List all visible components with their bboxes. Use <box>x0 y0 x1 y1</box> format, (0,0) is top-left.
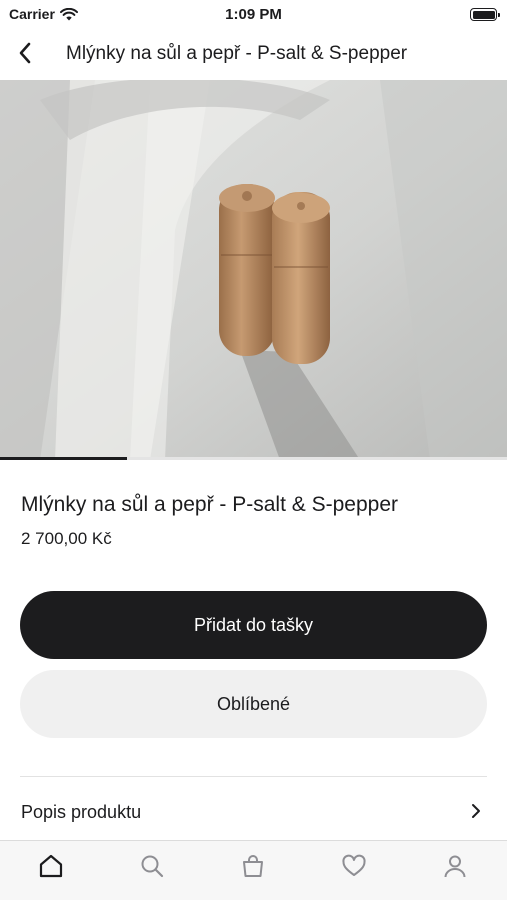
heart-icon <box>342 854 366 876</box>
product-name: Mlýnky na sůl a pepř - P-salt & S-pepper <box>21 493 398 516</box>
tab-search[interactable] <box>137 851 167 881</box>
bag-icon <box>243 855 263 877</box>
page-title: Mlýnky na sůl a pepř - P-salt & S-pepper <box>66 43 408 64</box>
back-button[interactable] <box>10 38 40 68</box>
product-description-label: Popis produktu <box>21 801 142 822</box>
product-price: 2 700,00 Kč <box>21 529 112 548</box>
tab-bag[interactable] <box>238 851 268 881</box>
favorite-button[interactable]: Oblíbené <box>20 670 487 738</box>
chevron-right-icon <box>472 804 480 818</box>
profile-icon <box>444 855 466 878</box>
product-image[interactable] <box>0 80 507 460</box>
tab-favorites[interactable] <box>339 851 369 881</box>
divider <box>20 776 487 777</box>
tab-profile[interactable] <box>440 851 470 881</box>
carousel-progress-track <box>0 457 507 460</box>
status-bar: Carrier 1:09 PM <box>0 0 507 28</box>
add-to-bag-button[interactable]: Přidat do tašky <box>20 591 487 659</box>
carousel-progress-bar <box>0 457 127 460</box>
product-description-row[interactable]: Popis produktu <box>0 790 507 834</box>
search-icon <box>141 855 164 878</box>
chevron-left-icon <box>19 42 31 64</box>
product-photo <box>0 80 507 460</box>
tab-bar <box>0 840 507 900</box>
home-icon <box>39 854 63 878</box>
battery-icon <box>470 8 500 21</box>
navigation-bar: Mlýnky na sůl a pepř - P-salt & S-pepper <box>0 28 507 80</box>
tab-home[interactable] <box>36 851 66 881</box>
status-time: 1:09 PM <box>225 6 282 23</box>
